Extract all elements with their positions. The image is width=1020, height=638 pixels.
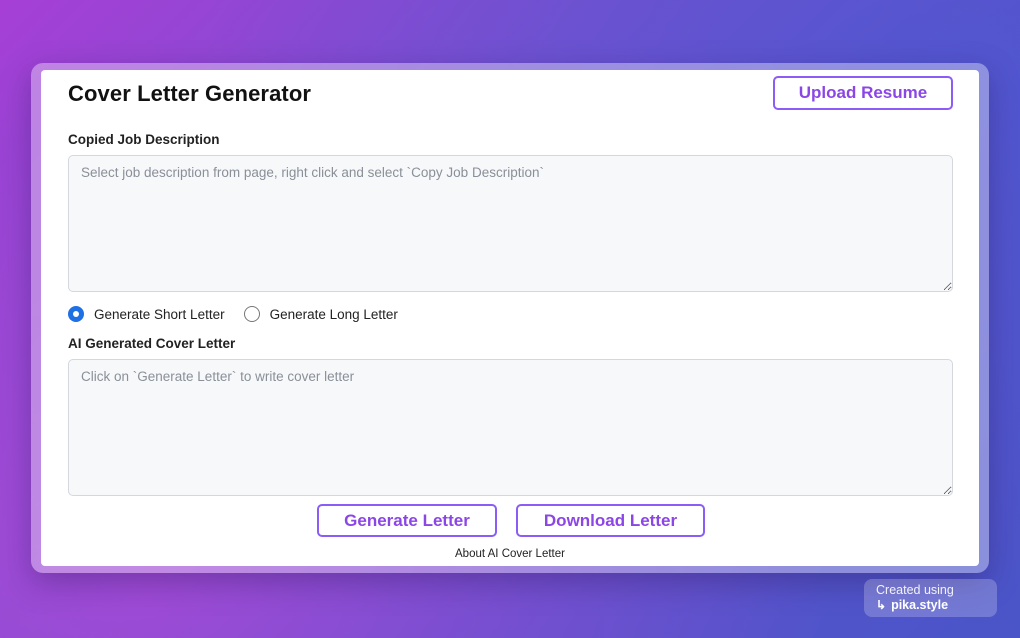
- generated-letter-label: AI Generated Cover Letter: [68, 336, 236, 351]
- job-description-label: Copied Job Description: [68, 132, 220, 147]
- letter-length-options: Generate Short Letter Generate Long Lett…: [68, 304, 398, 324]
- radio-long-letter[interactable]: [243, 306, 260, 322]
- generate-letter-button[interactable]: Generate Letter: [317, 504, 497, 537]
- extension-popup: Cover Letter Generator Upload Resume Cop…: [41, 70, 979, 566]
- watermark-line2-row: ↳ pika.style: [876, 598, 985, 613]
- download-letter-button[interactable]: Download Letter: [516, 504, 705, 537]
- upload-resume-button[interactable]: Upload Resume: [773, 76, 953, 110]
- about-link[interactable]: About AI Cover Letter: [41, 548, 979, 560]
- watermark-line2: pika.style: [891, 598, 949, 612]
- generated-letter-textarea[interactable]: [68, 359, 953, 496]
- watermark-line1: Created using: [876, 583, 954, 597]
- pika-watermark: Created using ↳ pika.style: [864, 579, 997, 617]
- short-letter-option[interactable]: Generate Short Letter: [68, 306, 225, 322]
- return-arrow-icon: ↳: [876, 598, 887, 612]
- long-letter-label: Generate Long Letter: [269, 306, 398, 322]
- short-letter-label: Generate Short Letter: [94, 306, 225, 322]
- long-letter-option[interactable]: Generate Long Letter: [243, 306, 398, 322]
- job-description-textarea[interactable]: [68, 155, 953, 292]
- radio-short-letter[interactable]: [68, 306, 84, 322]
- page-title: Cover Letter Generator: [68, 81, 312, 106]
